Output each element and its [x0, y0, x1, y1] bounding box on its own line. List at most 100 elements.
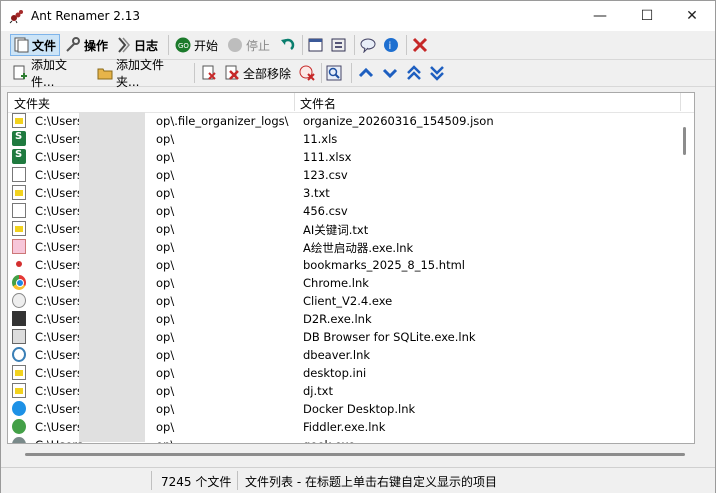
column-header-filename[interactable]: 文件名: [300, 95, 336, 112]
folder-cell-tail: op\: [156, 420, 175, 434]
filename-cell: 3.txt: [303, 186, 330, 200]
help-chat-button[interactable]: [358, 34, 380, 56]
windows-button[interactable]: [306, 34, 328, 56]
remove-all-button[interactable]: 全部移除: [222, 62, 294, 84]
file-type-icon: [12, 185, 26, 200]
folder-cell-tail: op\: [156, 168, 175, 182]
vertical-scroll-thumb[interactable]: [683, 127, 686, 155]
add-files-button[interactable]: 添加文件...: [10, 58, 92, 89]
add-file-icon: [12, 65, 28, 81]
filename-cell: dj.txt: [303, 384, 333, 398]
filename-cell: organize_20260316_154509.json: [303, 114, 494, 128]
folder-cell: C:\Users: [35, 294, 83, 308]
filename-cell: A绘世启动器.exe.lnk: [303, 241, 414, 255]
separator: [302, 35, 303, 55]
folder-cell-tail: op\: [156, 186, 175, 200]
add-folders-button[interactable]: 添加文件夹...: [95, 58, 189, 89]
close-button[interactable]: ✕: [669, 1, 715, 31]
stop-label: 停止: [246, 38, 271, 53]
file-type-icon: [12, 113, 26, 128]
column-divider[interactable]: [294, 93, 295, 111]
tab-file[interactable]: 文件: [10, 34, 60, 56]
folder-cell-tail: op\: [156, 366, 175, 380]
remove-missing-icon: [299, 65, 315, 81]
magnifier-icon: [326, 65, 342, 81]
file-type-icon: [12, 347, 26, 362]
column-header-folder[interactable]: 文件夹: [14, 95, 50, 112]
horizontal-scroll-thumb[interactable]: [25, 453, 685, 456]
move-bottom-button[interactable]: [427, 62, 449, 84]
filename-cell: AI关键词.txt: [303, 223, 369, 237]
settings-icon: [331, 37, 347, 53]
vertical-scrollbar[interactable]: [678, 113, 692, 443]
tab-log[interactable]: 日志: [113, 34, 163, 56]
filename-cell: bookmarks_2025_8_15.html: [303, 258, 465, 272]
maximize-button[interactable]: ☐: [624, 1, 670, 31]
remove-selected-button[interactable]: [199, 62, 221, 84]
exit-button[interactable]: [410, 34, 432, 56]
separator: [354, 35, 355, 55]
about-button[interactable]: i: [381, 34, 403, 56]
folder-cell-tail: op\: [156, 438, 174, 443]
file-type-icon: [12, 383, 26, 398]
remove-file-icon: [201, 65, 217, 81]
status-hint: 文件列表 - 在标题上单击右键自定义显示的项目: [245, 475, 497, 489]
search-button[interactable]: [324, 62, 346, 84]
undo-button[interactable]: [277, 34, 299, 56]
file-type-icon: [12, 293, 26, 308]
filename-cell: dbeaver.lnk: [303, 348, 371, 362]
start-button[interactable]: GO 开始: [173, 34, 223, 56]
folder-cell: C:\Users: [35, 114, 83, 128]
status-bar: 7245 个文件 文件列表 - 在标题上单击右键自定义显示的项目: [1, 467, 715, 493]
tab-file-label: 文件: [32, 38, 57, 53]
chevron-up-icon: [358, 65, 374, 81]
filename-cell: D2R.exe.lnk: [303, 312, 372, 326]
folder-cell: C:\Users: [35, 132, 83, 146]
tab-log-label: 日志: [134, 38, 159, 53]
file-type-icon: [12, 329, 26, 344]
files-toolbar: 添加文件... 添加文件夹... 全部移除: [1, 58, 715, 89]
undo-icon: [279, 37, 295, 53]
window-icon: [308, 37, 324, 53]
file-list-icon: [13, 37, 29, 53]
file-type-icon: [12, 131, 26, 146]
app-window: Ant Renamer 2.13 — ☐ ✕ 文件 操作 日志 GO 开始 停止: [0, 0, 716, 493]
add-files-label: 添加文件...: [31, 58, 68, 89]
horizontal-scrollbar[interactable]: [7, 445, 695, 459]
separator: [194, 63, 195, 83]
filename-cell: 111.xlsx: [303, 150, 352, 164]
file-type-icon: [12, 401, 26, 416]
remove-all-icon: [224, 65, 240, 81]
svg-text:i: i: [389, 41, 392, 52]
folder-cell-tail: op\: [156, 402, 175, 416]
file-type-icon: [12, 203, 26, 218]
settings-button[interactable]: [329, 34, 351, 56]
file-type-icon: [12, 257, 26, 272]
info-icon: i: [383, 37, 399, 53]
folder-cell-tail: op\: [156, 384, 175, 398]
folder-cell: C:\Users: [35, 312, 83, 326]
move-up-button[interactable]: [356, 62, 378, 84]
column-divider[interactable]: [680, 93, 681, 111]
stop-button[interactable]: 停止: [225, 34, 273, 56]
window-title: Ant Renamer 2.13: [31, 9, 141, 23]
tab-actions[interactable]: 操作: [63, 34, 111, 56]
folder-cell-tail: op\: [156, 312, 175, 326]
go-icon: GO: [175, 37, 191, 53]
move-down-button[interactable]: [380, 62, 402, 84]
file-type-icon: [12, 221, 26, 236]
folder-cell-tail: op\: [156, 204, 175, 218]
move-top-button[interactable]: [404, 62, 426, 84]
folder-cell-tail: op\: [156, 276, 175, 290]
file-type-icon: [12, 149, 26, 164]
minimize-button[interactable]: —: [577, 1, 623, 31]
separator: [351, 63, 352, 83]
remove-dead-button[interactable]: [297, 62, 319, 84]
separator: [168, 35, 169, 55]
file-type-icon: [12, 419, 26, 434]
file-type-icon: [12, 311, 26, 326]
folder-cell: C:\Users: [35, 186, 83, 200]
filename-cell: desktop.ini: [303, 366, 367, 380]
folder-cell-tail: op\: [156, 150, 175, 164]
remove-all-label: 全部移除: [243, 66, 292, 81]
